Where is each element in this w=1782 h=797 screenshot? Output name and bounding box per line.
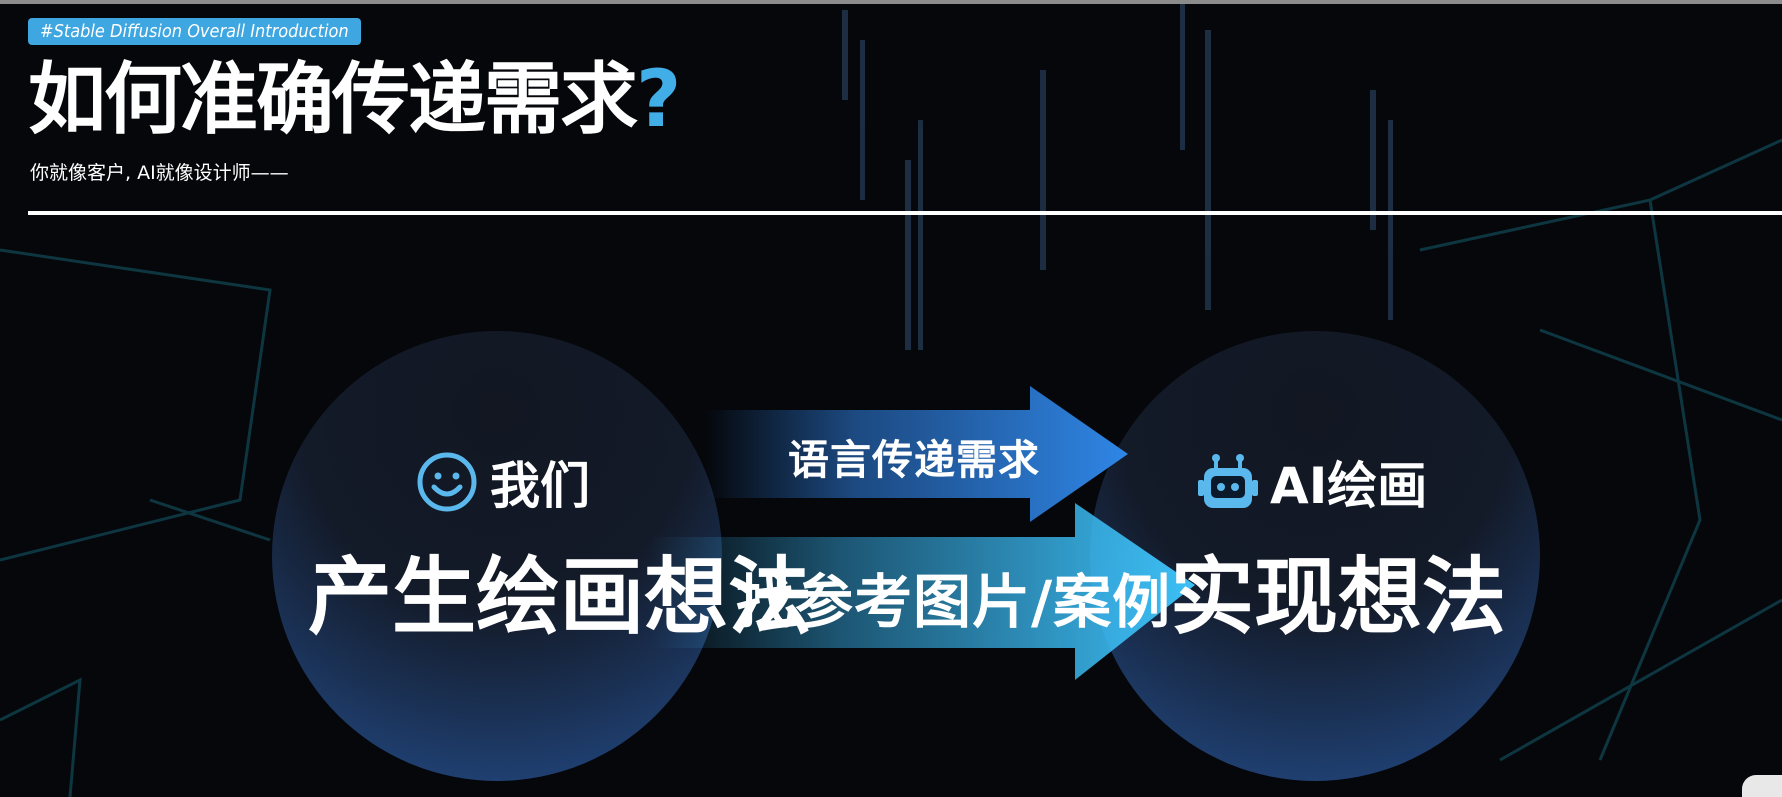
flow-arrows xyxy=(650,386,1195,680)
robot-icon xyxy=(1198,454,1258,508)
right-actor-label: AI绘画 xyxy=(1270,457,1428,515)
left-action: 产生绘画想法 xyxy=(308,548,813,646)
left-actor-label: 我们 xyxy=(490,457,590,515)
smiley-icon xyxy=(417,452,477,512)
arrow-label-top: 语言传递需求 xyxy=(788,436,1040,484)
right-action: 实现想法 xyxy=(1170,548,1507,646)
corner-overlay xyxy=(1742,775,1782,797)
right-actor: AI绘画 xyxy=(1196,446,1427,518)
left-actor: 我们 xyxy=(416,446,590,518)
